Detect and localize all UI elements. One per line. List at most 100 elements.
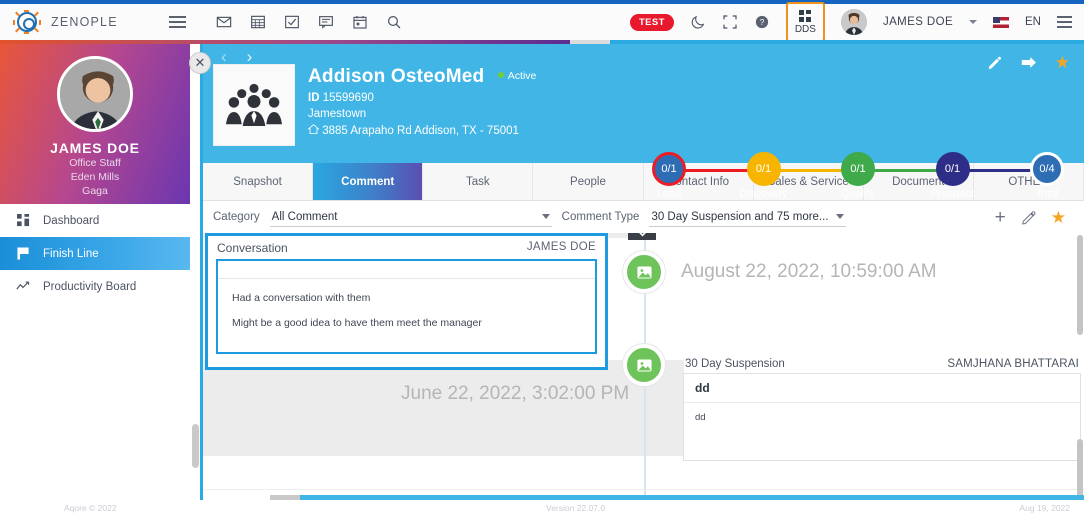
- company-thumbnail: [213, 64, 295, 146]
- sidebar-item-label: Productivity Board: [43, 280, 137, 293]
- chevron-down-icon: [541, 214, 550, 219]
- timeline-date: August 22, 2022, 10:59:00 AM: [681, 261, 937, 282]
- calendar-icon[interactable]: [352, 14, 368, 30]
- record-header: ✕ ‹ › Addison OsteoMed Active ID 1559969…: [189, 44, 1084, 200]
- pipeline-stage-discovery[interactable]: 0/1 Discovery: [728, 150, 800, 200]
- sidebar-profile-role: Office Staff: [69, 157, 121, 169]
- fullscreen-icon[interactable]: [722, 14, 738, 30]
- pipeline-stage-count: 0/1: [935, 152, 970, 186]
- tab-task[interactable]: Task: [423, 163, 534, 200]
- pipeline-stage-lead[interactable]: 0/1 Lead: [633, 150, 705, 200]
- record-address: 3885 Arapaho Rd Addison, TX - 75001: [322, 125, 519, 137]
- brand-block: ZENOPLE: [0, 7, 155, 37]
- record-address-line: 3885 Arapaho Rd Addison, TX - 75001: [307, 124, 536, 137]
- sidebar-item-label: Finish Line: [43, 247, 99, 260]
- comment-icon[interactable]: [318, 14, 334, 30]
- pipeline-stage-qualify[interactable]: 0/1 Qualify: [822, 150, 894, 200]
- sidebar-item-productivity-board[interactable]: Productivity Board: [0, 270, 190, 303]
- dark-mode-moon-icon[interactable]: [690, 14, 706, 30]
- comment-card-title: Conversation: [217, 241, 288, 255]
- comment-card-body: dd dd: [683, 373, 1081, 461]
- content-scrollbar[interactable]: [1077, 235, 1083, 516]
- close-icon[interactable]: ✕: [189, 52, 211, 74]
- record-id-line: ID 15599690: [308, 92, 536, 104]
- footer-date: Aug 19, 2022: [1019, 503, 1070, 513]
- sidebar-profile-company: Gaga: [82, 185, 108, 197]
- chevron-down-icon: [836, 214, 845, 219]
- timeline-node-icon: [623, 251, 665, 293]
- check-square-icon[interactable]: [284, 14, 300, 30]
- pipeline-stage-label: Qualify: [840, 188, 876, 200]
- comment-text: dd: [695, 412, 706, 423]
- prev-record-icon[interactable]: ‹: [221, 48, 227, 65]
- record-actions: ★: [987, 54, 1070, 71]
- comment-card-header: 30 Day Suspension SAMJHANA BHATTARAI: [683, 356, 1081, 373]
- test-environment-badge: TEST: [629, 13, 674, 31]
- timeline-date: June 22, 2022, 3:02:00 PM: [401, 383, 630, 404]
- timeline-area: August 22, 2022, 10:59:00 AM Conversatio…: [203, 233, 1084, 516]
- forward-arrow-icon[interactable]: [1020, 55, 1037, 70]
- footer-copyright: Aqore © 2022: [64, 503, 117, 513]
- zenople-logo-icon: [12, 7, 42, 37]
- favorite-star-icon[interactable]: ★: [1055, 54, 1070, 71]
- help-icon[interactable]: ?: [754, 14, 770, 30]
- pipeline-stage-count: 0/4: [1030, 152, 1064, 186]
- tab-snapshot[interactable]: Snapshot: [203, 163, 314, 200]
- home-icon: [307, 124, 320, 135]
- dds-grid-icon: [799, 10, 812, 22]
- comment-card-conversation[interactable]: Conversation JAMES DOE Had a conversatio…: [205, 233, 608, 370]
- category-select[interactable]: All Comment: [269, 207, 552, 227]
- comment-subject-field[interactable]: [218, 261, 595, 279]
- record-branch: Jamestown: [308, 108, 367, 120]
- mail-icon[interactable]: [216, 14, 232, 30]
- search-icon[interactable]: [386, 14, 402, 30]
- record-info: Addison OsteoMed Active ID 15599690 Jame…: [307, 66, 536, 137]
- edit-pencil-icon[interactable]: [1021, 210, 1036, 225]
- comment-line: Might be a good idea to have them meet t…: [232, 317, 482, 329]
- page-title: Addison OsteoMed: [308, 66, 485, 87]
- language-label[interactable]: EN: [1025, 16, 1041, 28]
- sidebar-scrollbar[interactable]: [192, 424, 199, 468]
- edit-pencil-icon[interactable]: [987, 55, 1002, 70]
- pipeline-stage-total[interactable]: 0/4 Total: [1011, 150, 1083, 200]
- favorite-star-icon[interactable]: ★: [1051, 209, 1066, 226]
- user-name-label[interactable]: JAMES DOE: [883, 16, 953, 28]
- add-icon[interactable]: +: [995, 208, 1006, 227]
- avatar[interactable]: [840, 9, 867, 35]
- next-record-icon[interactable]: ›: [247, 48, 253, 65]
- comment-line: Had a conversation with them: [232, 292, 371, 304]
- grid-icon[interactable]: [250, 14, 266, 30]
- sidebar-profile: JAMES DOE Office Staff Eden Mills Gaga: [0, 44, 190, 204]
- record-nav: ‹ ›: [221, 48, 252, 65]
- pipeline-stages: 0/1 Lead 0/1 Discovery 0/1 Qualify 0/1 Prospect…: [633, 150, 1083, 200]
- chevron-down-icon[interactable]: [969, 20, 978, 24]
- pipeline-stage-label: Total: [1035, 188, 1059, 200]
- sidebar-item-dashboard[interactable]: Dashboard: [0, 204, 190, 237]
- menu-hamburger-icon[interactable]: [169, 16, 186, 28]
- record-id-label: ID: [308, 92, 320, 104]
- comment-type-select[interactable]: 30 Day Suspension and 75 more...: [649, 207, 847, 227]
- comment-card-header: Conversation JAMES DOE: [208, 236, 605, 259]
- comment-card-author: SAMJHANA BHATTARAI: [947, 358, 1079, 370]
- pipeline-stage-count: 0/1: [841, 152, 875, 186]
- sidebar-item-finish-line[interactable]: Finish Line: [0, 237, 190, 270]
- comment-card-suspension[interactable]: 30 Day Suspension SAMJHANA BHATTARAI dd …: [683, 356, 1081, 461]
- footer-version: Version 22.07.0: [546, 503, 606, 513]
- app-header: ZENOPLE TEST ? DDS JAMES DOE EN: [0, 2, 1084, 42]
- list-menu-icon[interactable]: [1057, 16, 1072, 28]
- tab-people[interactable]: People: [533, 163, 644, 200]
- people-group-icon: [226, 83, 282, 126]
- pipeline-stage-label: Lead: [656, 188, 682, 200]
- avatar: [57, 56, 133, 132]
- collapse-timeline-button[interactable]: [628, 233, 656, 240]
- comment-card-title: 30 Day Suspension: [685, 358, 785, 370]
- tab-comment[interactable]: Comment: [313, 163, 424, 200]
- main-content: ✕ ‹ › Addison OsteoMed Active ID 1559969…: [189, 44, 1084, 516]
- flag-icon: [16, 247, 30, 261]
- comment-subject-field: dd: [684, 374, 1080, 403]
- pipeline-stage-prospect[interactable]: 0/1 Prospect: [917, 150, 989, 200]
- divider: [203, 489, 1084, 490]
- dds-button[interactable]: DDS: [785, 2, 825, 42]
- sidebar: JAMES DOE Office Staff Eden Mills Gaga D…: [0, 44, 199, 504]
- comment-card-body[interactable]: Had a conversation with them Might be a …: [216, 259, 597, 354]
